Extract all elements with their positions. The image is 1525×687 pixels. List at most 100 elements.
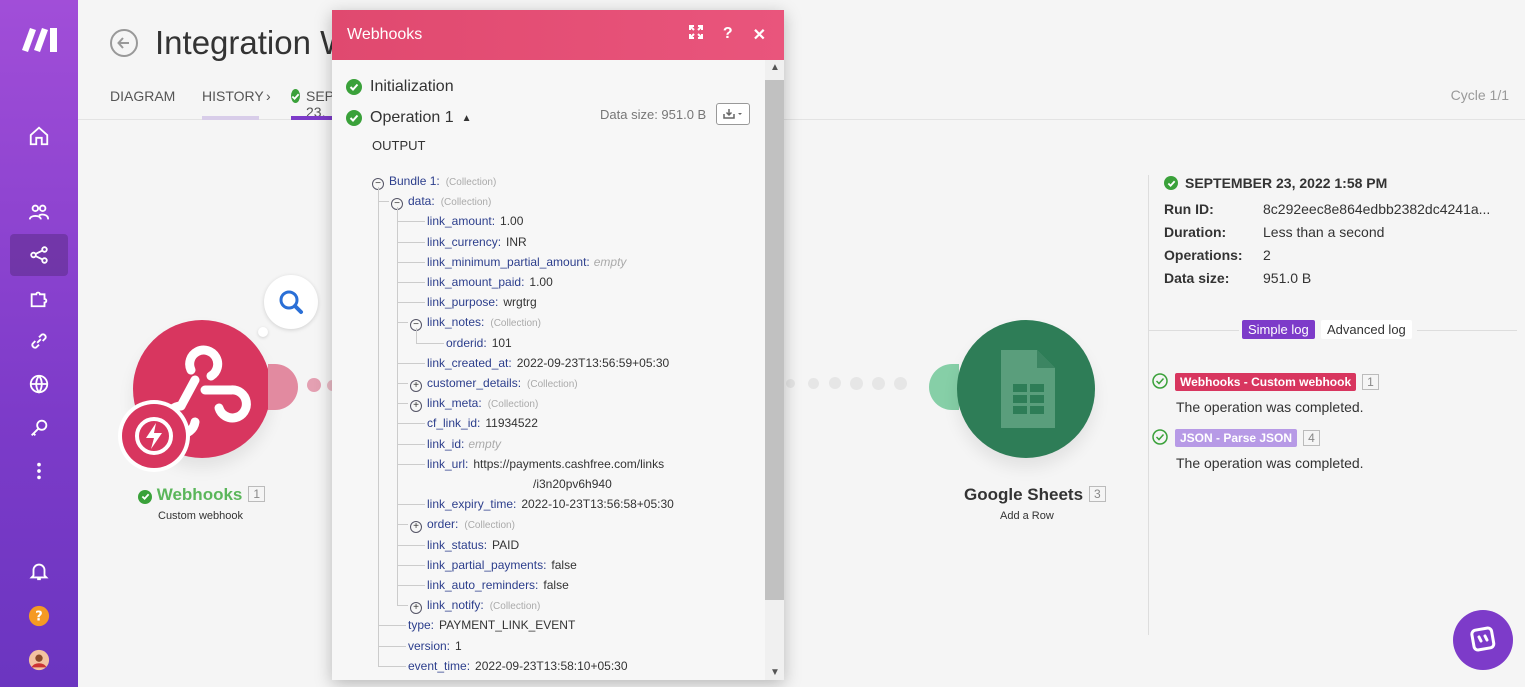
operation-1-step[interactable]: Operation 1 ▲ [346, 109, 472, 127]
tree-value-row: link_amount: 1.00 [427, 213, 523, 229]
simple-log-button[interactable]: Simple log [1242, 320, 1315, 339]
cycle-indicator: Cycle 1/1 [1450, 87, 1509, 103]
tab-diagram[interactable]: DIAGRAM [110, 88, 175, 120]
tree-connector [397, 302, 425, 304]
tree-empty-hint: empty [593, 254, 627, 269]
google-sheets-module[interactable] [957, 320, 1095, 458]
tree-value: https://payments.cashfree.com/links [473, 456, 665, 471]
dialog-header: Webhooks ? ✕ [332, 10, 784, 60]
bell-icon[interactable] [10, 550, 68, 592]
tree-connector [397, 504, 425, 506]
apps-puzzle-icon[interactable] [10, 277, 68, 319]
tree-value-row: link_partial_payments: false [427, 557, 577, 573]
tree-connector [397, 564, 425, 566]
initialization-step[interactable]: Initialization [346, 78, 454, 96]
collapse-caret-icon[interactable]: ▲ [462, 113, 472, 124]
dialog-body: Initialization Operation 1 ▲ Data size: … [332, 60, 765, 680]
help-question-icon[interactable]: ? [723, 25, 733, 45]
tree-collection-row[interactable]: − data: (Collection) [391, 193, 491, 211]
make-logo-icon[interactable] [20, 24, 60, 54]
log-entry[interactable]: Webhooks - Custom webhook 1 The operation… [1149, 373, 1489, 415]
tree-value-row: link_url: https://payments.cashfree.com/l… [427, 456, 664, 472]
expand-icon[interactable] [688, 25, 703, 45]
tree-value: PAYMENT_LINK_EVENT [439, 618, 576, 633]
tree-key: version: [408, 638, 451, 653]
inspector-bubble[interactable] [264, 275, 318, 329]
tree-key: cf_link_id: [427, 416, 481, 431]
tree-connector [397, 221, 425, 223]
tree-guide [378, 187, 379, 666]
team-icon[interactable] [10, 191, 68, 233]
webhooks-module-subtitle: Custom webhook [158, 510, 243, 522]
tree-connector [378, 665, 406, 667]
tree-key: link_status: [427, 537, 488, 552]
tree-collection-row[interactable]: + customer_details: (Collection) [410, 375, 578, 393]
tree-value-row: link_currency: INR [427, 234, 527, 250]
connections-link-icon[interactable] [10, 320, 68, 362]
tree-value: INR [506, 234, 527, 249]
scroll-thumb[interactable] [765, 80, 784, 600]
instant-trigger-badge [118, 400, 190, 472]
tree-key: Bundle 1: [389, 174, 440, 188]
tree-collection-row[interactable]: − Bundle 1: (Collection) [372, 173, 496, 191]
scenarios-icon[interactable] [10, 234, 68, 276]
bubble-tail [258, 327, 268, 337]
sidebar: ? [0, 0, 78, 687]
connector-handle[interactable] [268, 364, 298, 410]
scenario-header: Integration Webhooks, Google Sheets DIAG… [78, 0, 1525, 120]
key-icon[interactable] [10, 407, 68, 449]
webhooks-output-dialog: Webhooks ? ✕ Initialization Operation 1 … [332, 10, 784, 680]
tree-connector [416, 342, 444, 344]
lightning-icon [135, 417, 173, 455]
tree-type-hint: (Collection) [464, 520, 515, 532]
back-arrow-icon[interactable] [110, 29, 138, 57]
tree-empty-hint: empty [468, 436, 502, 451]
advanced-log-button[interactable]: Advanced log [1321, 320, 1412, 339]
magnifier-icon [279, 290, 303, 314]
user-avatar[interactable] [10, 639, 68, 681]
expand-icon[interactable]: + [410, 521, 422, 534]
tree-value-row: event_time: 2022-09-23T13:58:10+05:30 [408, 658, 628, 674]
tree-value-row: link_amount_paid: 1.00 [427, 274, 553, 290]
tree-collection-row[interactable]: + order: (Collection) [410, 516, 515, 534]
connector-dot [786, 379, 795, 388]
download-tray-icon [723, 109, 742, 119]
sheets-module-subtitle: Add a Row [1000, 510, 1054, 522]
output-section-label: OUTPUT [372, 138, 426, 153]
tree-connector [397, 362, 425, 364]
support-chat-button[interactable] [1453, 610, 1513, 670]
tree-key: link_purpose: [427, 295, 499, 310]
success-check-icon [138, 489, 152, 504]
log-entry[interactable]: JSON - Parse JSON 4 The operation was com… [1149, 429, 1489, 471]
tree-type-hint: (Collection) [487, 399, 539, 411]
scroll-down-icon[interactable]: ▼ [770, 667, 780, 678]
tree-collection-row[interactable]: + link_meta: (Collection) [410, 395, 538, 413]
tree-value: 2022-09-23T13:56:59+05:30 [516, 355, 670, 370]
tree-connector [397, 282, 425, 283]
home-icon[interactable] [10, 115, 68, 157]
tree-value: 2022-10-23T13:56:58+05:30 [521, 497, 674, 512]
dialog-scrollbar[interactable]: ▲ ▼ [765, 60, 784, 680]
tree-guide [416, 328, 417, 343]
success-check-icon [346, 110, 362, 126]
expand-icon[interactable]: + [410, 400, 422, 413]
divider [1417, 330, 1517, 331]
download-output-button[interactable] [716, 103, 750, 125]
tree-collection-row[interactable]: + link_notify: (Collection) [410, 597, 540, 615]
tree-collection-row[interactable]: − link_notes: (Collection) [410, 314, 541, 332]
tree-connector [397, 544, 425, 546]
globe-icon[interactable] [10, 363, 68, 405]
log-module-tag: JSON - Parse JSON [1175, 429, 1298, 447]
webhooks-module-label: Webhooks 1 [138, 485, 266, 505]
close-icon[interactable]: ✕ [753, 25, 766, 45]
scroll-up-icon[interactable]: ▲ [770, 62, 780, 73]
expand-icon[interactable]: + [410, 602, 422, 615]
run-info: Run ID: 8c292eec8e864edbb2382dc4241a... D… [1164, 201, 1525, 286]
help-icon[interactable]: ? [10, 595, 68, 637]
tree-value-row: orderid: 101 [446, 335, 512, 351]
more-vertical-icon[interactable] [10, 450, 68, 492]
connector-dot [307, 378, 321, 392]
tab-history[interactable]: HISTORY [202, 88, 264, 120]
expand-icon[interactable]: + [410, 380, 422, 392]
connector-handle[interactable] [929, 364, 959, 410]
